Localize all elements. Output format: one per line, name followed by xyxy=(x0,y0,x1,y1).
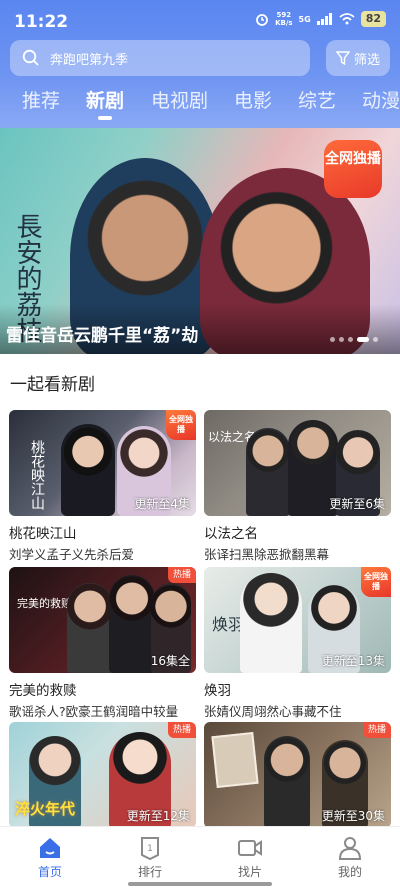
drama-thumbnail: 桃花映江山 全网独播 更新至4集 xyxy=(9,410,196,516)
drama-card[interactable]: 焕羽 全网独播 更新至13集 焕羽 张婧仪周翊然心事藏不住 xyxy=(204,567,391,720)
pagination-dot-active xyxy=(357,337,369,342)
pagination-dot xyxy=(373,337,378,342)
filter-icon xyxy=(335,51,350,65)
ranking-icon: 1 xyxy=(141,837,159,861)
episode-status: 16集全 xyxy=(150,654,190,668)
alarm-icon xyxy=(256,14,268,26)
pagination-dot xyxy=(348,337,353,342)
drama-thumbnail: 淬火年代 热播 更新至12集 xyxy=(9,722,196,828)
photo-frame xyxy=(211,731,259,789)
banner-title: 雷佳音岳云鹏千里“荔”劫 xyxy=(6,326,199,346)
drama-title: 以法之名 xyxy=(204,526,258,542)
drama-thumbnail: 焕羽 全网独播 更新至13集 xyxy=(204,567,391,673)
thumbnail-title-art: 桃花映江山 xyxy=(29,440,45,510)
exclusive-badge: 全网独播 xyxy=(166,410,196,440)
tab-new-drama[interactable]: 新剧 xyxy=(86,86,124,113)
tab-variety[interactable]: 综艺 xyxy=(298,86,336,113)
hot-badge: 热播 xyxy=(167,567,196,583)
bottom-navigation: 首页 1 排行 找片 我的 xyxy=(0,826,400,889)
exclusive-badge: 全网独播 xyxy=(324,140,382,198)
home-indicator xyxy=(128,882,272,886)
drama-subtitle: 歌谣杀人?欧豪王鹤润暗中较量 xyxy=(9,704,179,719)
nav-label: 排行 xyxy=(137,865,162,879)
user-icon xyxy=(338,837,362,860)
actor-figure xyxy=(264,736,310,828)
thumbnail-title-art: 完美的救赎 xyxy=(17,597,72,610)
hot-badge: 热播 xyxy=(167,722,196,738)
drama-subtitle: 张婧仪周翊然心事藏不住 xyxy=(204,704,342,719)
nav-home[interactable]: 首页 xyxy=(15,835,85,880)
search-icon xyxy=(22,49,39,66)
thumbnail-title-art: 淬火年代 xyxy=(15,800,76,818)
pagination-dot xyxy=(339,337,344,342)
drama-thumbnail: 以法之名 更新至6集 xyxy=(204,410,391,516)
section-title: 一起看新剧 xyxy=(10,375,95,395)
search-input[interactable]: 奔跑吧第九季 xyxy=(10,40,310,76)
filter-label: 筛选 xyxy=(353,52,380,68)
hot-badge: 热播 xyxy=(362,722,391,738)
tab-tv-series[interactable]: 电视剧 xyxy=(151,86,208,113)
nav-find[interactable]: 找片 xyxy=(215,835,285,880)
filter-button[interactable]: 筛选 xyxy=(326,40,390,76)
drama-card[interactable]: 以法之名 更新至6集 以法之名 张译扫黑除恶掀翻黑幕 xyxy=(204,410,391,563)
actor-figure xyxy=(61,424,115,516)
drama-subtitle: 张译扫黑除恶掀翻黑幕 xyxy=(204,547,330,562)
net-speed-value: 592 xyxy=(276,11,292,19)
actor-figure xyxy=(246,428,290,516)
episode-status: 更新至4集 xyxy=(134,497,190,511)
pagination-dot xyxy=(330,337,335,342)
search-placeholder: 奔跑吧第九季 xyxy=(50,52,129,68)
home-icon xyxy=(40,838,60,858)
episode-status: 更新至30集 xyxy=(321,809,385,823)
svg-text:1: 1 xyxy=(147,844,153,854)
drama-card[interactable]: 完美的救赎 热播 16集全 完美的救赎 歌谣杀人?欧豪王鹤润暗中较量 xyxy=(9,567,196,720)
drama-card[interactable]: 热播 更新至30集 xyxy=(204,722,391,828)
banner-pagination xyxy=(330,337,378,342)
nav-label: 找片 xyxy=(237,865,262,879)
signal-icon xyxy=(316,13,332,25)
search-row: 奔跑吧第九季 筛选 xyxy=(10,40,390,76)
nav-label: 我的 xyxy=(337,865,362,879)
drama-title: 完美的救赎 xyxy=(9,683,77,699)
episode-status: 更新至6集 xyxy=(329,497,385,511)
app-header: 11:22 592 KB/s 5G 82 奔跑吧第九季 筛选 推荐 新剧 电视剧… xyxy=(0,0,400,128)
video-camera-icon xyxy=(238,840,262,856)
wifi-icon xyxy=(339,13,355,25)
episode-status: 更新至12集 xyxy=(126,809,190,823)
category-tabs: 推荐 新剧 电视剧 电影 综艺 动漫 xyxy=(0,86,400,120)
network-type: 5G xyxy=(298,14,311,24)
nav-label: 首页 xyxy=(37,865,62,879)
status-time: 11:22 xyxy=(14,12,69,32)
net-speed: 592 KB/s xyxy=(275,11,292,27)
drama-card[interactable]: 淬火年代 热播 更新至12集 xyxy=(9,722,196,828)
battery-level: 82 xyxy=(360,11,386,27)
drama-subtitle: 刘学义孟子义先杀后爱 xyxy=(9,547,135,562)
drama-thumbnail: 热播 更新至30集 xyxy=(204,722,391,828)
tab-recommend[interactable]: 推荐 xyxy=(22,86,60,113)
net-speed-unit: KB/s xyxy=(275,19,293,27)
drama-title: 桃花映江山 xyxy=(9,526,77,542)
tab-indicator xyxy=(98,116,112,120)
drama-card[interactable]: 桃花映江山 全网独播 更新至4集 桃花映江山 刘学义孟子义先杀后爱 xyxy=(9,410,196,563)
status-bar: 11:22 592 KB/s 5G 82 xyxy=(0,0,400,40)
actor-figure xyxy=(109,575,155,673)
actor-figure xyxy=(67,583,113,673)
status-icons: 592 KB/s 5G 82 xyxy=(255,11,386,27)
hero-banner[interactable]: 長安的荔枝 全网独播 雷佳音岳云鹏千里“荔”劫 xyxy=(0,128,400,354)
exclusive-badge: 全网独播 xyxy=(361,567,391,597)
nav-profile[interactable]: 我的 xyxy=(315,835,385,880)
drama-title: 焕羽 xyxy=(204,683,231,699)
nav-ranking[interactable]: 1 排行 xyxy=(115,835,185,880)
episode-status: 更新至13集 xyxy=(321,654,385,668)
tab-movies[interactable]: 电影 xyxy=(234,86,272,113)
tab-anime[interactable]: 动漫 xyxy=(362,86,400,113)
drama-thumbnail: 完美的救赎 热播 16集全 xyxy=(9,567,196,673)
actor-figure xyxy=(240,573,302,673)
